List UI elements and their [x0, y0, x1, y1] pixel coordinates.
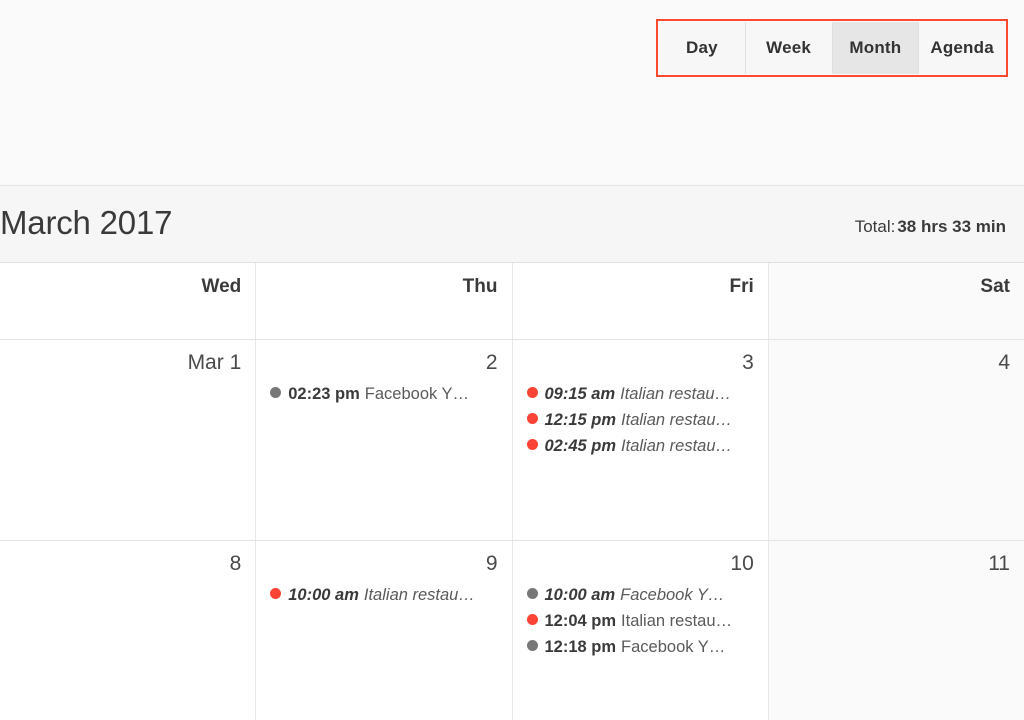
- calendar-grid: Wed Thu Fri Sat Mar 1 2 02:23 pm Facebook Y… 3 0…: [0, 263, 1024, 720]
- day-cell[interactable]: 8: [0, 541, 257, 720]
- view-button-month[interactable]: Month: [832, 22, 920, 74]
- calendar-event[interactable]: 02:45 pm Italian restau…: [526, 433, 754, 459]
- day-number: 11: [988, 552, 1010, 575]
- day-header-sat: Sat: [768, 263, 1024, 339]
- event-status-dot-gray-icon: [270, 387, 282, 398]
- day-header-thu: Thu: [256, 263, 513, 339]
- day-header-fri: Fri: [512, 263, 769, 339]
- event-status-dot-red-icon: [526, 614, 538, 625]
- event-status-dot-red-icon: [526, 387, 538, 398]
- event-title: Facebook Y…: [364, 385, 470, 403]
- calendar-event[interactable]: 12:15 pm Italian restau…: [526, 407, 754, 433]
- total-label: Total:: [854, 217, 896, 236]
- day-number: 10: [730, 552, 754, 575]
- event-list: 02:23 pm Facebook Y…: [270, 381, 497, 407]
- event-time: 12:15 pm: [544, 411, 617, 429]
- view-switcher-highlight-box: Day Week Month Agenda: [656, 19, 1008, 77]
- view-switcher-button-group: Day Week Month Agenda: [659, 22, 1005, 74]
- calendar-event[interactable]: 12:04 pm Italian restau…: [526, 608, 754, 634]
- calendar-header-bar: March 2017 Total: 38 hrs 33 min: [0, 185, 1024, 263]
- top-blank-area: Day Week Month Agenda: [0, 0, 1024, 185]
- calendar-event[interactable]: 12:18 pm Facebook Y…: [526, 634, 754, 660]
- event-status-dot-gray-icon: [526, 640, 538, 651]
- event-status-dot-red-icon: [526, 413, 538, 424]
- day-cell[interactable]: 11: [768, 541, 1024, 720]
- event-time: 12:04 pm: [544, 612, 617, 630]
- event-time: 02:23 pm: [288, 385, 360, 403]
- day-number: 9: [485, 552, 498, 575]
- day-number: 8: [229, 552, 242, 575]
- calendar-weeks: Mar 1 2 02:23 pm Facebook Y… 3 09:15 am Italia…: [0, 340, 1024, 720]
- day-cell[interactable]: 9 10:00 am Italian restau…: [256, 541, 513, 720]
- event-title: Facebook Y…: [620, 586, 725, 604]
- total-value: 38 hrs 33 min: [897, 217, 1006, 236]
- calendar-event[interactable]: 09:15 am Italian restau…: [526, 381, 754, 407]
- calendar-event[interactable]: 02:23 pm Facebook Y…: [270, 381, 497, 407]
- event-time: 02:45 pm: [544, 437, 617, 455]
- event-time: 09:15 am: [544, 385, 616, 403]
- event-status-dot-red-icon: [270, 588, 282, 599]
- event-title: Italian restau…: [621, 437, 733, 455]
- day-number: 2: [485, 351, 498, 374]
- day-cell[interactable]: 4: [768, 340, 1024, 540]
- event-time: 10:00 am: [288, 586, 359, 604]
- day-cell[interactable]: 2 02:23 pm Facebook Y…: [256, 340, 513, 540]
- event-title: Facebook Y…: [621, 638, 726, 656]
- event-title: Italian restau…: [621, 612, 733, 630]
- day-cell[interactable]: 3 09:15 am Italian restau… 12:15 pm Italian …: [512, 340, 769, 540]
- day-number: 3: [742, 351, 754, 374]
- event-list: 10:00 am Facebook Y… 12:04 pm Italian resta…: [526, 582, 754, 660]
- day-number: Mar 1: [187, 351, 242, 374]
- calendar-event[interactable]: 10:00 am Italian restau…: [270, 582, 497, 608]
- view-button-agenda[interactable]: Agenda: [919, 22, 1005, 74]
- day-header-wed: Wed: [0, 263, 257, 339]
- event-status-dot-red-icon: [526, 439, 538, 450]
- event-list: 10:00 am Italian restau…: [270, 582, 497, 608]
- day-of-week-header-row: Wed Thu Fri Sat: [0, 263, 1024, 340]
- event-title: Italian restau…: [620, 385, 732, 403]
- view-button-week[interactable]: Week: [745, 22, 833, 74]
- event-time: 10:00 am: [544, 586, 616, 604]
- calendar-total-hours: Total: 38 hrs 33 min: [855, 217, 1006, 237]
- event-title: Italian restau…: [621, 411, 733, 429]
- calendar-month-title: March 2017: [0, 204, 173, 241]
- week-row: Mar 1 2 02:23 pm Facebook Y… 3 09:15 am Italia…: [0, 340, 1024, 541]
- day-number: 4: [998, 351, 1010, 374]
- view-button-day[interactable]: Day: [659, 22, 746, 74]
- day-cell[interactable]: Mar 1: [0, 340, 257, 540]
- calendar-event[interactable]: 10:00 am Facebook Y…: [526, 582, 754, 608]
- event-time: 12:18 pm: [544, 638, 617, 656]
- event-list: 09:15 am Italian restau… 12:15 pm Italian r…: [526, 381, 754, 459]
- event-status-dot-gray-icon: [526, 588, 538, 599]
- week-row: 8 9 10:00 am Italian restau… 10 10:00 am Faceb…: [0, 541, 1024, 720]
- day-cell[interactable]: 10 10:00 am Facebook Y… 12:04 pm Italian res…: [512, 541, 769, 720]
- event-title: Italian restau…: [363, 586, 475, 604]
